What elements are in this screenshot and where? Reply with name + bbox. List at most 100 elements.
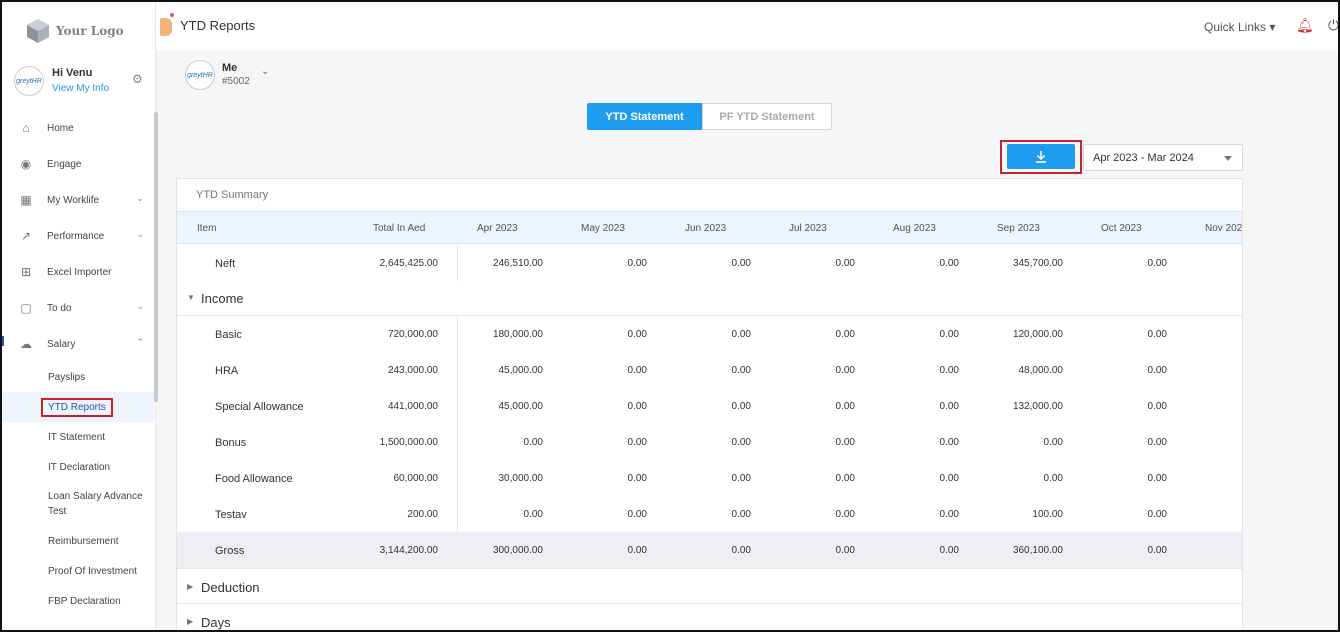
view-my-info-link[interactable]: View My Info (52, 83, 109, 94)
days-section-header[interactable]: ▶ Days (177, 604, 1242, 630)
cell-value: 0.00 (627, 473, 647, 484)
sidebar-item-performance[interactable]: ↗ Performance ⌄ (2, 218, 154, 254)
section-label: Income (201, 291, 244, 306)
cell-value: 0.00 (835, 258, 855, 269)
clipboard-icon: ▢ (20, 301, 32, 315)
cell-value: 48,000.00 (1018, 365, 1064, 376)
sidebar-item-salary[interactable]: ☁ Salary ⌃ (2, 326, 154, 362)
subitem-label: IT Declaration (48, 461, 111, 473)
cell-value: 120,000.00 (1012, 329, 1063, 340)
caret-right-icon: ▶ (187, 582, 194, 591)
cell-value: 0.00 (731, 437, 751, 448)
subitem-label: Proof Of Investment (48, 565, 137, 577)
notification-dot (170, 13, 174, 17)
page-flag-icon (160, 18, 172, 36)
gear-icon[interactable]: ⚙ (132, 72, 146, 86)
cell-value: 0.00 (627, 545, 647, 556)
download-button[interactable] (1007, 144, 1075, 169)
sidebar-subitem-ytd-reports[interactable]: YTD Reports (2, 392, 154, 422)
column-header: Aug 2023 (893, 223, 936, 234)
cell-value: 345,700.00 (1012, 258, 1063, 269)
period-select[interactable]: Apr 2023 - Mar 2024 (1083, 144, 1243, 171)
subitem-label: IT Statement (48, 431, 106, 443)
cell-value: 0.00 (731, 365, 751, 376)
chart-line-icon: ↗ (20, 229, 32, 243)
sidebar: Your Logo greytHR Hi Venu View My Info ⚙… (2, 2, 158, 630)
cell-value: 0.00 (835, 365, 855, 376)
section-label: Deduction (201, 580, 260, 595)
logo[interactable]: Your Logo (26, 18, 124, 44)
sidebar-subitem-reimbursement[interactable]: Reimbursement (2, 526, 154, 556)
column-header: Item (197, 223, 217, 234)
card-title: YTD Summary (196, 189, 269, 201)
home-icon: ⌂ (22, 121, 30, 135)
sidebar-item-to-do[interactable]: ▢ To do ⌄ (2, 290, 154, 326)
user-greeting: Hi Venu (52, 67, 93, 79)
sidebar-item-engage[interactable]: ◉ Engage (2, 146, 154, 182)
sidebar-item-label: Performance (47, 230, 105, 242)
employee-selector[interactable]: greytHR Me #5002 ⌄ (185, 60, 285, 92)
cell-value: 60,000.00 (393, 473, 439, 484)
quick-links-dropdown[interactable]: Quick Links ▾ (1204, 20, 1275, 34)
section-label: Days (201, 615, 231, 630)
employee-id: #5002 (222, 76, 250, 87)
sidebar-subitem-payslips[interactable]: Payslips (2, 362, 154, 392)
sidebar-item-my-worklife[interactable]: ▦ My Worklife ⌄ (2, 182, 154, 218)
period-value: Apr 2023 - Mar 2024 (1093, 151, 1194, 164)
row-label: Neft (215, 258, 236, 270)
sidebar-scrollbar[interactable] (154, 112, 158, 402)
sidebar-subitem-it-statement[interactable]: IT Statement (2, 422, 154, 452)
cell-value: 0.00 (731, 401, 751, 412)
user-avatar[interactable]: greytHR (14, 66, 44, 96)
deduction-section-header[interactable]: ▶ Deduction (177, 568, 1242, 604)
row-label: Basic (215, 329, 242, 341)
sidebar-subitem-proof-of-investment[interactable]: Proof Of Investment (2, 556, 154, 586)
sidebar-nav: ⌂ Home ◉ Engage ▦ My Worklife ⌄ ↗ Perfor… (2, 110, 154, 616)
table-row: Bonus 1,500,000.00 0.00 0.00 0.00 0.00 0… (177, 424, 1242, 460)
cell-value: 0.00 (1043, 437, 1063, 448)
sidebar-item-label: Home (47, 122, 74, 134)
sidebar-subitem-it-declaration[interactable]: IT Declaration (2, 452, 154, 482)
cell-value: 0.00 (627, 329, 647, 340)
subitem-label: Payslips (48, 371, 86, 383)
tab-pf-ytd-statement[interactable]: PF YTD Statement (702, 103, 832, 130)
statement-tabs: YTD Statement PF YTD Statement (587, 103, 832, 130)
cell-value: 0.00 (627, 365, 647, 376)
cell-value: 0.00 (1147, 509, 1167, 520)
cell-value: 246,510.00 (492, 258, 543, 269)
power-icon[interactable]: ⏻ (1328, 17, 1338, 34)
cell-value: 100.00 (1032, 509, 1063, 520)
download-icon (1036, 150, 1046, 163)
cell-value: 0.00 (835, 329, 855, 340)
table-icon: ⊞ (20, 265, 32, 279)
income-section-header[interactable]: ▼ Income (177, 280, 1242, 316)
sidebar-item-label: Engage (47, 158, 82, 170)
sidebar-item-excel-importer[interactable]: ⊞ Excel Importer (2, 254, 154, 290)
cell-value: 0.00 (1147, 437, 1167, 448)
sidebar-subitem-fbp-declaration[interactable]: FBP Declaration (2, 586, 154, 616)
bell-icon[interactable]: 🔔︎ (1296, 17, 1314, 34)
table-row: Special Allowance 441,000.00 45,000.00 0… (177, 388, 1242, 424)
cell-value: 0.00 (939, 473, 959, 484)
chevron-up-icon: ⌃ (136, 337, 144, 347)
cell-value: 441,000.00 (387, 401, 438, 412)
sidebar-item-home[interactable]: ⌂ Home (2, 110, 154, 146)
table-row: Neft 2,645,425.00 246,510.00 0.00 0.00 0… (177, 245, 1242, 281)
chevron-down-icon[interactable]: ⌄ (261, 66, 269, 77)
cell-value: 0.00 (939, 545, 959, 556)
column-header: Jun 2023 (685, 223, 727, 234)
subitem-label: FBP Declaration (48, 595, 121, 607)
cell-value: 0.00 (731, 545, 751, 556)
top-header: YTD Reports Quick Links ▾ 🔔︎ ⏻ (156, 2, 1338, 50)
tab-ytd-statement[interactable]: YTD Statement (587, 103, 702, 130)
employee-name: Me (222, 62, 238, 74)
user-profile: greytHR Hi Venu View My Info ⚙ (14, 64, 150, 100)
app-frame: Your Logo greytHR Hi Venu View My Info ⚙… (0, 0, 1340, 632)
cell-value: 180,000.00 (492, 329, 543, 340)
employee-avatar: greytHR (185, 60, 215, 90)
cell-value: 45,000.00 (498, 401, 544, 412)
column-header: Total In Aed (373, 223, 426, 234)
cell-value: 0.00 (731, 473, 751, 484)
sidebar-subitem-loan-salary-advance[interactable]: Loan Salary Advance Test (2, 482, 154, 526)
cell-value: 0.00 (939, 401, 959, 412)
